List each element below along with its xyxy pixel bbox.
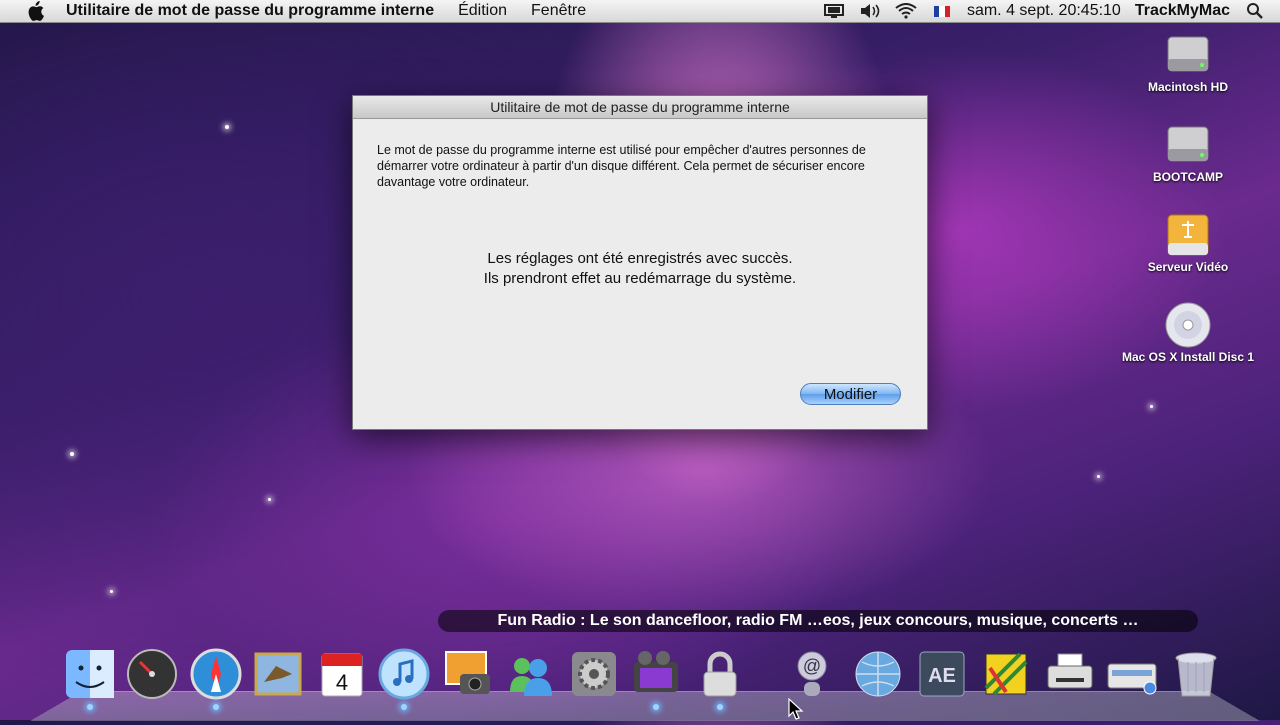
app-name-menu[interactable]: Utilitaire de mot de passe du programme … [66, 2, 434, 20]
menu-fenetre[interactable]: Fenêtre [531, 2, 586, 20]
menubar-clock[interactable]: sam. 4 sept. 20:45:10 [967, 2, 1121, 20]
desktop-icon-serveur-video[interactable]: Serveur Vidéo [1113, 212, 1263, 274]
running-indicator [213, 704, 219, 710]
stickies-icon[interactable] [978, 646, 1034, 702]
network-globe-icon[interactable] [850, 646, 906, 702]
star [1150, 405, 1153, 408]
star [225, 125, 229, 129]
imovie-icon[interactable] [628, 646, 684, 702]
hard-drive-icon [1163, 122, 1213, 168]
apple-menu-icon[interactable] [24, 0, 46, 22]
hard-drive-icon [1163, 32, 1213, 78]
safari-icon[interactable] [188, 646, 244, 702]
desktop-icon-bootcamp[interactable]: BOOTCAMP [1113, 122, 1263, 184]
desktop-icon-label: Macintosh HD [1113, 80, 1263, 94]
desktop-icon-label: BOOTCAMP [1113, 170, 1263, 184]
address-at-icon[interactable]: @ [784, 646, 840, 702]
svg-text:@: @ [803, 656, 821, 676]
dvd-disc-icon [1163, 302, 1213, 348]
svg-text:AE: AE [928, 665, 956, 687]
iphoto-icon[interactable] [440, 646, 496, 702]
message-line-2: Ils prendront effet au redémarrage du sy… [353, 269, 927, 289]
wifi-icon[interactable] [895, 3, 917, 19]
desktop-icon-label: Serveur Vidéo [1113, 260, 1263, 274]
dock: 4 @ AE [60, 646, 1230, 716]
menu-edition[interactable]: Édition [458, 2, 507, 20]
dialog-title[interactable]: Utilitaire de mot de passe du programme … [353, 96, 927, 119]
usb-drive-icon [1163, 212, 1213, 258]
star [110, 590, 113, 593]
system-preferences-icon[interactable] [566, 646, 622, 702]
dock-tooltip: Fun Radio : Le son dancefloor, radio FM … [438, 610, 1198, 632]
user-menu[interactable]: TrackMyMac [1135, 2, 1230, 20]
after-effects-icon[interactable]: AE [914, 646, 970, 702]
input-language-flag-icon[interactable] [931, 3, 953, 19]
spotlight-search-icon[interactable] [1244, 3, 1266, 19]
star [268, 498, 271, 501]
itunes-icon[interactable] [376, 646, 432, 702]
desktop-icon-label: Mac OS X Install Disc 1 [1113, 350, 1263, 364]
scanner-icon[interactable] [1104, 646, 1160, 702]
running-indicator [87, 704, 93, 710]
dialog-info-text: Le mot de passe du programme interne est… [377, 142, 897, 190]
star [70, 452, 74, 456]
finder-icon[interactable] [62, 646, 118, 702]
svg-text:4: 4 [336, 670, 348, 695]
ical-icon[interactable]: 4 [314, 646, 370, 702]
running-indicator [401, 704, 407, 710]
ichat-icon[interactable] [502, 646, 558, 702]
menu-bar: Utilitaire de mot de passe du programme … [0, 0, 1280, 23]
display-mirror-icon[interactable] [823, 3, 845, 19]
desktop-icon-macintosh-hd[interactable]: Macintosh HD [1113, 32, 1263, 94]
mail-icon[interactable] [250, 646, 306, 702]
mouse-cursor-icon [788, 698, 804, 725]
firmware-password-dialog: Utilitaire de mot de passe du programme … [352, 95, 928, 430]
volume-icon[interactable] [859, 3, 881, 19]
dashboard-icon[interactable] [124, 646, 180, 702]
trash-icon[interactable] [1168, 646, 1224, 702]
dialog-success-message: Les réglages ont été enregistrés avec su… [353, 249, 927, 289]
printer-icon[interactable] [1042, 646, 1098, 702]
running-indicator [653, 704, 659, 710]
message-line-1: Les réglages ont été enregistrés avec su… [353, 249, 927, 269]
modifier-button[interactable]: Modifier [800, 383, 901, 405]
desktop-icon-install-disc[interactable]: Mac OS X Install Disc 1 [1113, 302, 1263, 364]
lock-icon[interactable] [692, 646, 748, 702]
star [1097, 475, 1100, 478]
running-indicator [717, 704, 723, 710]
